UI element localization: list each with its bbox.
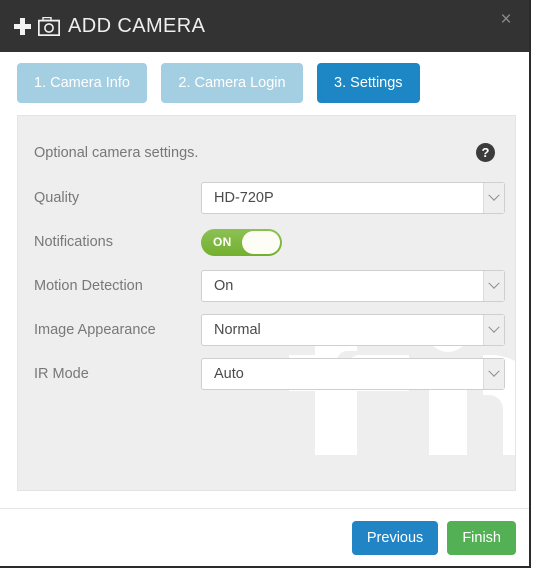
label-image-appearance: Image Appearance [34,322,156,338]
notifications-toggle[interactable]: ON [201,228,282,256]
modal-footer: Previous Finish [0,508,529,566]
control-ir-mode: Auto [201,358,505,390]
wizard-tabs: 1. Camera Info 2. Camera Login 3. Settin… [0,52,529,109]
tab-camera-login[interactable]: 2. Camera Login [161,63,303,103]
help-icon[interactable]: ? [476,143,495,162]
control-image-appearance: Normal [201,314,505,346]
chevron-down-icon [483,183,504,213]
label-motion-detection: Motion Detection [34,278,143,294]
finish-button[interactable]: Finish [447,520,516,555]
page-title: ADD CAMERA [68,14,206,37]
motion-detection-select-value: On [214,278,234,294]
control-notifications: ON [201,228,499,256]
image-appearance-select[interactable]: Normal [201,314,505,346]
toggle-knob[interactable] [242,230,280,254]
plus-icon [14,17,31,35]
row-quality: Quality HD-720P [34,176,505,220]
notifications-toggle-label: ON [213,235,232,249]
modal-header: ADD CAMERA × [0,0,529,52]
close-icon[interactable]: × [496,10,516,30]
add-camera-modal: ADD CAMERA × 1. Camera Info 2. Camera Lo… [0,0,531,568]
ir-mode-select-value: Auto [214,366,244,382]
tab-camera-info[interactable]: 1. Camera Info [17,63,147,103]
optional-settings-text: Optional camera settings. [34,144,199,161]
control-quality: HD-720P [201,182,505,214]
image-appearance-select-value: Normal [214,322,261,338]
chevron-down-icon [483,315,504,345]
row-motion-detection: Motion Detection On [34,264,505,308]
settings-panel-content: Optional camera settings. ? Quality HD-7… [18,116,515,396]
optional-settings-line: Optional camera settings. ? [34,143,499,162]
label-ir-mode: IR Mode [34,366,89,382]
ir-mode-select[interactable]: Auto [201,358,505,390]
motion-detection-select[interactable]: On [201,270,505,302]
chevron-down-icon [483,271,504,301]
chevron-down-icon [483,359,504,389]
row-ir-mode: IR Mode Auto [34,352,505,396]
label-quality: Quality [34,190,80,206]
row-image-appearance: Image Appearance Normal [34,308,505,352]
previous-button[interactable]: Previous [351,520,439,555]
tab-settings[interactable]: 3. Settings [317,63,420,103]
label-notifications: Notifications [34,234,113,250]
quality-select-value: HD-720P [214,190,274,206]
settings-panel: Optional camera settings. ? Quality HD-7… [17,115,516,491]
camera-icon [37,16,61,36]
control-motion-detection: On [201,270,505,302]
row-notifications: Notifications ON [34,220,499,264]
quality-select[interactable]: HD-720P [201,182,505,214]
